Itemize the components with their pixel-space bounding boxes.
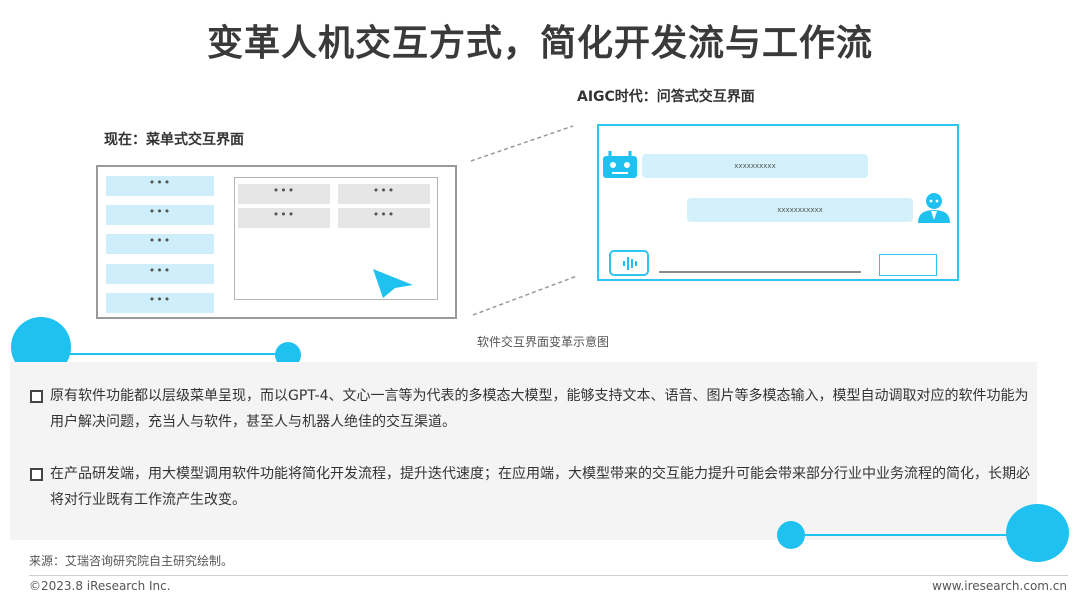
bullet-text: 在产品研发端，用大模型调用软件功能将简化开发流程，提升迭代速度；在应用端，大模型… [50,466,1030,508]
user-message-bubble: xxxxxxxxxxx [687,198,913,222]
voice-wave-icon [623,257,637,270]
footer-divider [29,575,1068,576]
cursor-arrow-icon [373,269,413,298]
bot-message-bubble: xxxxxxxxxx [642,154,868,178]
user-avatar-icon [918,193,950,223]
bullet-square-icon [30,468,43,481]
voice-input-button[interactable] [609,250,649,276]
menu-item: ••• [106,205,214,225]
page-title: 变革人机交互方式，简化开发流与工作流 [206,23,873,64]
menu-item: ••• [106,293,214,313]
bullet-item: 在产品研发端，用大模型调用软件功能将简化开发流程，提升迭代速度；在应用端，大模型… [30,461,1030,513]
diagram-caption: 软件交互界面变革示意图 [476,335,609,349]
decor-line-right [800,534,1015,536]
bullet-square-icon [30,390,43,403]
bullet-item: 原有软件功能都以层级菜单呈现，而以GPT-4、文心一言等为代表的多模态大模型，能… [30,383,1030,435]
content-cell: ••• [238,208,330,228]
menu-item: ••• [106,176,214,196]
source-note: 来源：艾瑞咨询研究院自主研究绘制。 [29,554,234,568]
website-link[interactable]: www.iresearch.com.cn [932,579,1067,593]
decor-circle-large-right [1006,504,1069,562]
send-button[interactable] [879,254,937,276]
bullet-text: 原有软件功能都以层级菜单呈现，而以GPT-4、文心一言等为代表的多模态大模型，能… [50,388,1029,430]
menu-item: ••• [106,264,214,284]
content-cell: ••• [338,184,430,204]
content-cell: ••• [238,184,330,204]
copyright: ©2023.8 iResearch Inc. [29,579,171,593]
robot-icon [603,151,637,178]
current-ui-label: 现在：菜单式交互界面 [104,132,244,148]
connector-lines [470,125,578,316]
chat-input-line[interactable] [659,271,861,273]
menu-item: ••• [106,234,214,254]
decor-line-left [60,353,280,355]
content-cell: ••• [338,208,430,228]
aigc-ui-label: AIGC时代：问答式交互界面 [577,89,755,105]
